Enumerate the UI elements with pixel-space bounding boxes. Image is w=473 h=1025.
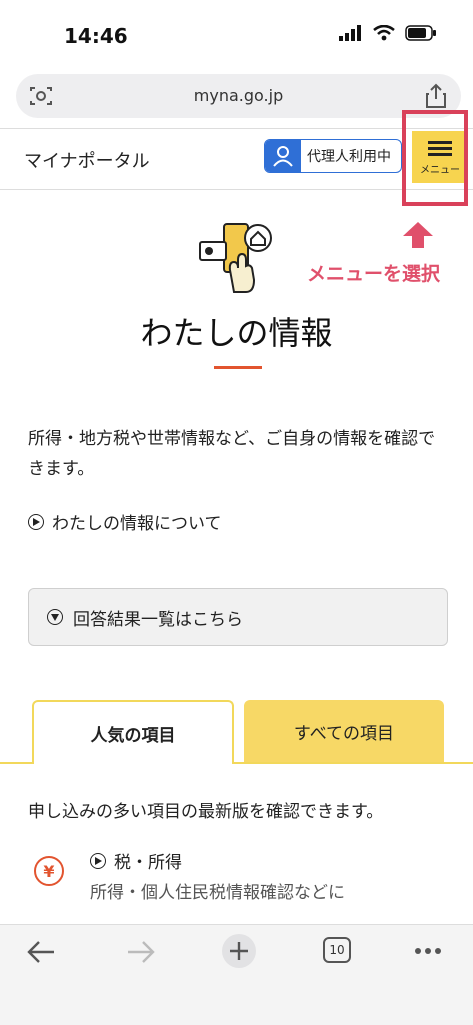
item-subtitle: 所得・個人住民税情報確認などに [90,883,345,903]
play-circle-icon [28,513,44,530]
page-title: わたしの情報 [140,314,333,352]
tab-count-button[interactable]: 10 [323,937,351,963]
tab-all-items[interactable]: すべての項目 [244,700,444,762]
arrow-up-icon [403,222,433,248]
back-icon[interactable] [26,939,56,965]
address-bar[interactable]: myna.go.jp [16,74,461,118]
about-link[interactable]: わたしの情報について [28,509,222,534]
tab-popular[interactable]: 人気の項目 [32,700,234,764]
new-tab-icon[interactable] [221,933,257,969]
status-icons [339,25,437,41]
result-list-label: 回答結果一覧はこちら [73,609,243,630]
browser-toolbar: 10 [0,924,473,1025]
battery-icon [405,25,436,41]
wifi-icon [373,25,395,41]
list-item-tax[interactable]: ¥ 税・所得 所得・個人住民税情報確認などに [28,848,448,908]
popular-intro: 申し込みの多い項目の最新版を確認できます。 [28,802,384,822]
title-underline [214,366,262,369]
yen-icon: ¥ [34,856,64,886]
status-bar: 14:46 [0,0,473,70]
menu-highlight-box [402,110,468,206]
status-time: 14:46 [64,24,128,48]
my-info-icon [199,223,272,293]
result-list-button[interactable]: 回答結果一覧はこちら [28,588,448,646]
annotation-text: メニューを選択 [307,263,441,285]
about-link-label: わたしの情報について [52,514,222,534]
proxy-user-button[interactable]: 代理人利用中 [264,139,402,173]
more-icon[interactable] [414,947,442,955]
page-description: 所得・地方税や世帯情報など、ご自身の情報を確認できます。 [28,429,436,479]
forward-icon[interactable] [126,939,156,965]
proxy-user-label: 代理人利用中 [307,149,391,165]
play-circle-icon [90,852,106,869]
person-icon [265,140,301,172]
signal-icon [339,25,361,41]
chevron-down-circle-icon [47,609,63,625]
item-title[interactable]: 税・所得 [90,848,182,873]
item-title-label: 税・所得 [114,853,182,873]
share-icon[interactable] [425,83,447,113]
site-title[interactable]: マイナポータル [24,147,150,173]
url-text[interactable]: myna.go.jp [16,86,461,105]
